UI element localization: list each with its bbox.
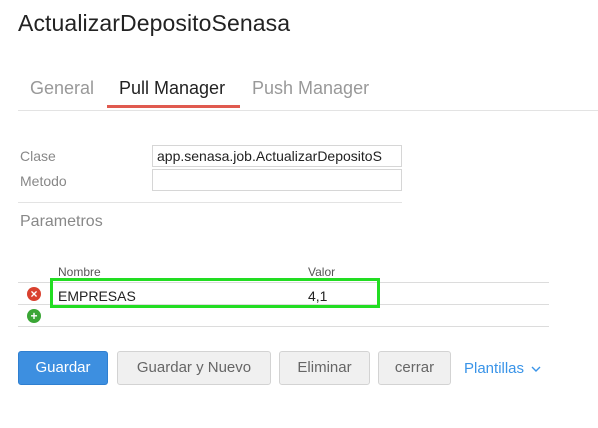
row-highlight-box: [50, 278, 380, 308]
table-bottom-divider: [18, 326, 549, 327]
guardar-y-nuevo-button[interactable]: Guardar y Nuevo: [117, 351, 271, 385]
form-divider: [18, 202, 402, 203]
parametros-title: Parametros: [20, 213, 103, 230]
metodo-field[interactable]: [152, 169, 402, 191]
tab-bar: General Pull Manager Push Manager: [18, 74, 598, 111]
eliminar-button[interactable]: Eliminar: [279, 351, 370, 385]
tab-push-manager[interactable]: Push Manager: [252, 78, 369, 99]
remove-icon[interactable]: ×: [27, 287, 41, 301]
guardar-button[interactable]: Guardar: [18, 351, 108, 385]
plantillas-dropdown[interactable]: Plantillas: [464, 360, 541, 378]
active-tab-indicator: [107, 105, 240, 108]
tab-general[interactable]: General: [30, 78, 94, 99]
clase-label: Clase: [20, 148, 56, 164]
cerrar-button[interactable]: cerrar: [378, 351, 451, 385]
page-title: ActualizarDepositoSenasa: [18, 10, 291, 36]
chevron-down-icon: [531, 366, 541, 372]
metodo-label: Metodo: [20, 173, 67, 189]
plantillas-label: Plantillas: [464, 360, 525, 377]
column-header-valor: Valor: [308, 265, 336, 279]
clase-field[interactable]: app.senasa.job.ActualizarDepositoS: [152, 145, 402, 167]
add-icon[interactable]: +: [27, 309, 41, 323]
tab-pull-manager[interactable]: Pull Manager: [119, 78, 225, 99]
column-header-nombre: Nombre: [58, 265, 101, 279]
